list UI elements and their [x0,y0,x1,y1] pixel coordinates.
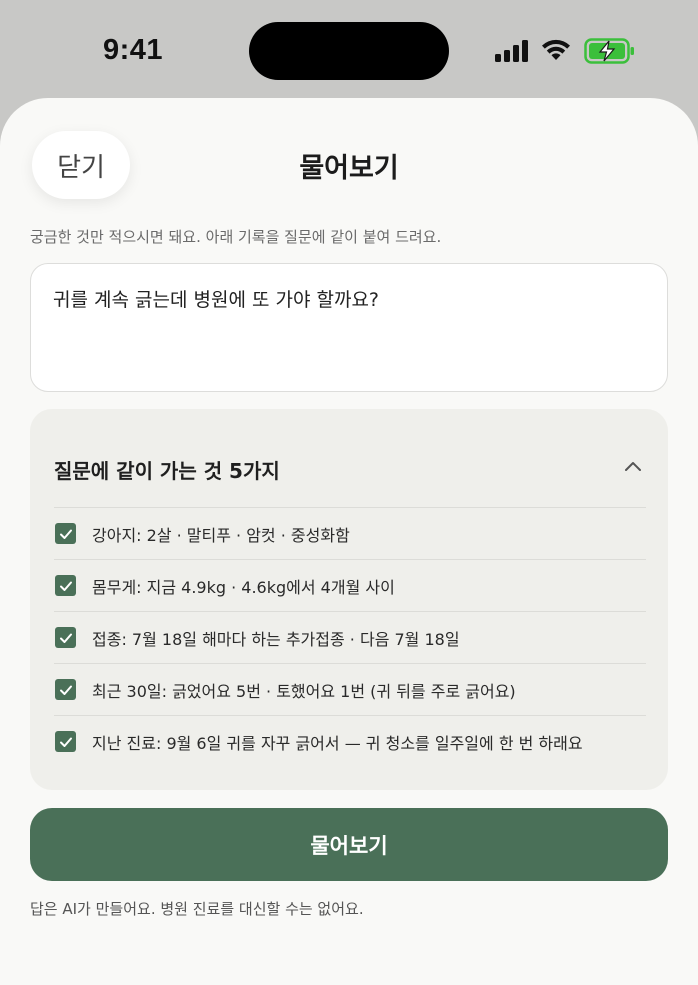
context-item-checkbox[interactable] [55,679,76,700]
page-title: 물어보기 [299,153,399,184]
context-item-label: 강아지: 2살 · 말티푸 · 암컷 · 중성화함 [92,525,350,545]
context-item: 지난 진료: 9월 6일 귀를 자꾸 긁어서 — 귀 청소를 일주일에 한 번 … [54,715,646,767]
context-list: 강아지: 2살 · 말티푸 · 암컷 · 중성화함 몸무게: 지금 4.9kg … [54,507,646,767]
context-item: 강아지: 2살 · 말티푸 · 암컷 · 중성화함 [54,507,646,559]
context-item-label: 접종: 7월 18일 해마다 하는 추가접종 · 다음 7월 18일 [92,629,460,649]
ask-sheet: 닫기 물어보기 궁금한 것만 적으시면 돼요. 아래 기록을 질문에 같이 붙여… [0,98,698,985]
context-item-label: 몸무게: 지금 4.9kg · 4.6kg에서 4개월 사이 [92,577,395,597]
context-toggle[interactable]: 질문에 같이 가는 것 5가지 [54,455,646,485]
context-item-checkbox[interactable] [55,627,76,648]
chevron-up-icon [625,462,641,471]
context-title: 질문에 같이 가는 것 5가지 [54,459,280,483]
cellular-signal-icon [495,40,531,62]
context-item: 최근 30일: 긁었어요 5번 · 토했어요 1번 (귀 뒤를 주로 긁어요) [54,663,646,715]
context-item-checkbox[interactable] [55,731,76,752]
ai-disclaimer: 답은 AI가 만들어요. 병원 진료를 대신할 수는 없어요. [30,900,364,918]
context-item-label: 지난 진료: 9월 6일 귀를 자꾸 긁어서 — 귀 청소를 일주일에 한 번 … [92,733,583,753]
wifi-icon [542,39,570,60]
checkmark-icon [59,685,72,695]
context-item-checkbox[interactable] [55,575,76,596]
status-bar: 9:41 [0,0,698,100]
attached-context-card: 질문에 같이 가는 것 5가지 강아지: 2살 · 말티푸 · 암컷 · 중성화… [30,409,668,790]
submit-button[interactable]: 물어보기 [30,808,668,881]
context-item: 접종: 7월 18일 해마다 하는 추가접종 · 다음 7월 18일 [54,611,646,663]
checkmark-icon [59,737,72,747]
dynamic-island [249,22,449,80]
context-item-label: 최근 30일: 긁었어요 5번 · 토했어요 1번 (귀 뒤를 주로 긁어요) [92,681,516,701]
battery-charging-icon [584,38,634,64]
context-item-checkbox[interactable] [55,523,76,544]
helper-text: 궁금한 것만 적으시면 돼요. 아래 기록을 질문에 같이 붙여 드려요. [30,228,442,246]
context-item: 몸무게: 지금 4.9kg · 4.6kg에서 4개월 사이 [54,559,646,611]
status-time: 9:41 [103,34,164,66]
checkmark-icon [59,581,72,591]
checkmark-icon [59,529,72,539]
question-input[interactable]: 귀를 계속 긁는데 병원에 또 가야 할까요? [30,263,668,392]
checkmark-icon [59,633,72,643]
